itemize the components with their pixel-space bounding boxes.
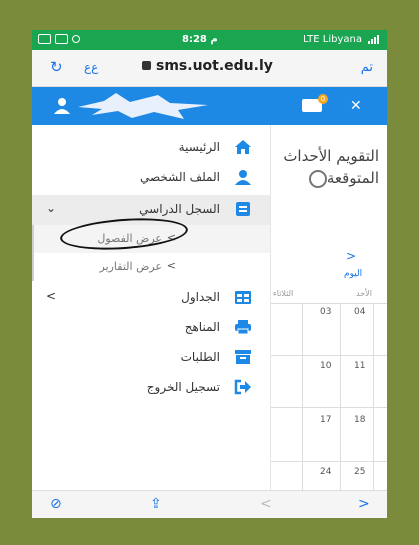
menu-label: السجل الدراسي — [139, 202, 220, 216]
calendar-date[interactable]: 10 — [320, 361, 331, 371]
status-icons — [38, 34, 80, 44]
share-icon[interactable]: ⇪ — [150, 496, 162, 512]
lock-icon — [142, 61, 151, 70]
submenu-indent-bar — [32, 253, 34, 281]
menu-item-curricula[interactable]: المناهج — [32, 313, 270, 343]
menu-item-profile[interactable]: الملف الشخصي — [32, 163, 270, 193]
requests-icon — [235, 350, 251, 364]
grid-line — [270, 355, 387, 356]
submenu-indent-bar — [32, 225, 34, 253]
reload-icon[interactable]: ↻ — [50, 58, 63, 76]
mail-icon[interactable]: 0 — [302, 94, 328, 112]
calendar-panel: التقويم الأحداث المتوقعة > اليوم الثلاثا… — [269, 125, 387, 503]
user-icon[interactable] — [52, 96, 72, 116]
menu-label: الملف الشخصي — [140, 170, 220, 184]
menu-item-schedules[interactable]: الجداول < — [32, 283, 270, 313]
record-icon — [236, 202, 250, 216]
logout-icon — [234, 379, 251, 395]
profile-icon — [235, 170, 251, 185]
grid-line — [302, 303, 303, 503]
table-icon — [235, 291, 251, 304]
browser-url-bar: ↻ ﻉﻉ sms.uot.edu.ly تم — [32, 50, 387, 87]
app-header: 0 ✕ — [32, 87, 387, 125]
calendar-date[interactable]: 17 — [320, 415, 331, 425]
day-header: الأحد — [356, 289, 372, 298]
menu-label: الرئيسية — [178, 140, 220, 154]
calendar-date[interactable]: 25 — [354, 467, 365, 477]
calendar-icon — [308, 169, 327, 188]
url-text: sms.uot.edu.ly — [156, 58, 273, 74]
chevron-left-icon: < — [166, 259, 176, 272]
shield-icon — [55, 34, 68, 44]
back-icon[interactable]: < — [260, 496, 272, 512]
calendar-next-button[interactable]: > — [346, 249, 356, 263]
calendar-today-button[interactable]: اليوم — [344, 269, 362, 279]
status-bar: 8:28 م LTE Libyana — [32, 30, 387, 50]
grid-line — [373, 303, 374, 503]
status-right: LTE Libyana — [303, 34, 379, 45]
calendar-grid: 03 04 10 11 17 18 24 25 — [270, 303, 387, 503]
submenu-label: عرض التقارير — [99, 260, 162, 273]
calendar-title: التقويم الأحداث المتوقعة — [269, 145, 379, 189]
url-field[interactable]: sms.uot.edu.ly — [142, 58, 273, 74]
calendar-title-text: التقويم الأحداث المتوقعة — [283, 147, 379, 187]
done-button[interactable]: تم — [361, 60, 373, 75]
compass-icon[interactable]: ⊘ — [50, 496, 62, 512]
phone-screen: 8:28 م LTE Libyana ↻ ﻉﻉ sms.uot.edu.ly ت… — [32, 30, 387, 518]
chevron-down-icon: ⌄ — [46, 201, 57, 215]
printer-icon — [235, 320, 251, 335]
submenu-item-view-reports[interactable]: عرض التقارير < — [32, 253, 270, 281]
signal-icon — [368, 35, 379, 44]
grid-line — [270, 461, 387, 462]
menu-label: تسجيل الخروج — [146, 380, 220, 394]
forward-icon[interactable]: > — [358, 496, 370, 512]
grid-line — [270, 303, 387, 304]
calendar-date[interactable]: 24 — [320, 467, 331, 477]
carrier-label: LTE Libyana — [302, 34, 362, 45]
browser-toolbar: ⊘ ⇪ < > — [32, 490, 387, 518]
menu-item-home[interactable]: الرئيسية — [32, 133, 270, 163]
day-header: الثلاثاء — [273, 289, 294, 298]
menu-label: الجداول — [181, 290, 220, 304]
menu-label: الطلبات — [180, 350, 220, 364]
side-drawer: الرئيسية الملف الشخصي السجل الدراسي ⌄ عر — [32, 125, 271, 490]
menu-item-logout[interactable]: تسجيل الخروج — [32, 373, 270, 403]
screen-icon — [38, 34, 51, 44]
chevron-left-icon: < — [46, 289, 57, 303]
home-icon — [235, 140, 251, 154]
calendar-day-headers: الثلاثاء الأحد — [270, 289, 387, 303]
calendar-date[interactable]: 04 — [354, 307, 365, 317]
redacted-name-scribble — [78, 93, 208, 119]
grid-line — [340, 303, 341, 503]
menu-label: المناهج — [184, 320, 220, 334]
calendar-date[interactable]: 03 — [320, 307, 331, 317]
fullscreen-icon[interactable]: ✕ — [350, 98, 362, 114]
text-size-button[interactable]: ﻉﻉ — [84, 60, 98, 74]
mail-badge: 0 — [318, 94, 328, 104]
calendar-date[interactable]: 11 — [354, 361, 365, 371]
sync-icon — [72, 35, 80, 43]
menu-item-requests[interactable]: الطلبات — [32, 343, 270, 373]
status-time: 8:28 م — [182, 34, 218, 45]
grid-line — [270, 407, 387, 408]
calendar-date[interactable]: 18 — [354, 415, 365, 425]
